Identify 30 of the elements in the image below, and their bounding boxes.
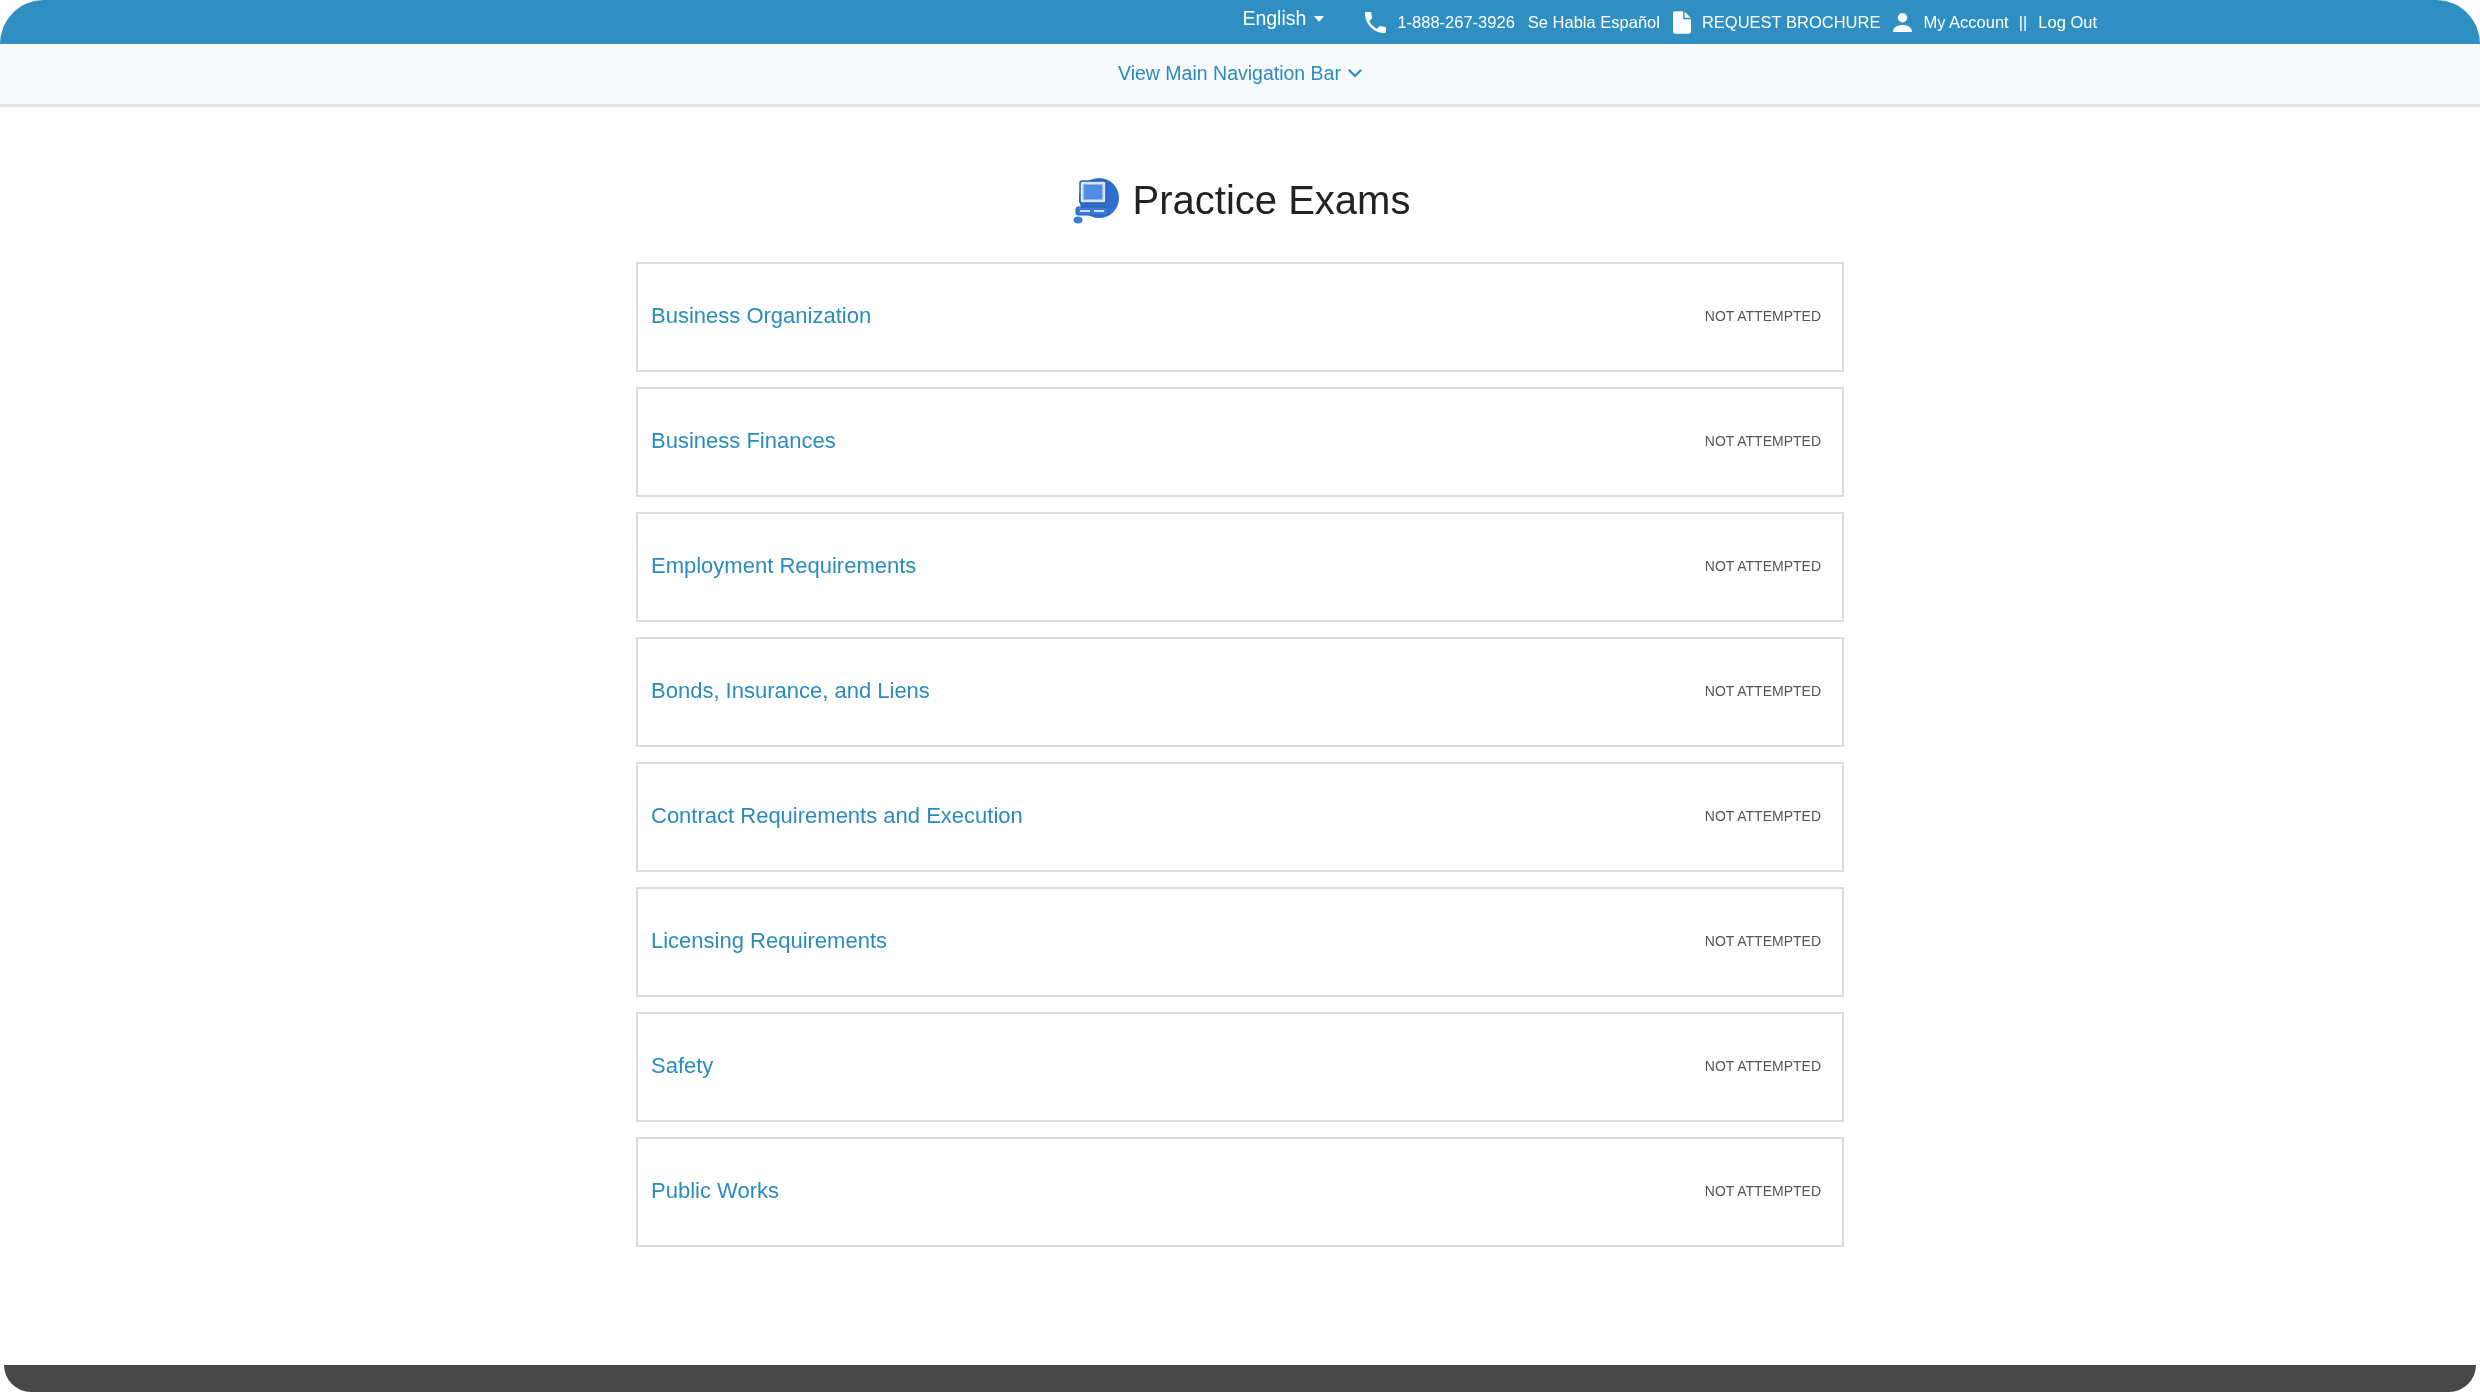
status-label: NOT ATTEMPTED (1704, 808, 1821, 824)
status-label: NOT ATTEMPTED (1704, 308, 1821, 324)
exam-link[interactable]: Licensing Requirements (651, 928, 888, 954)
status-label: NOT ATTEMPTED (1704, 683, 1821, 699)
exam-link[interactable]: Business Organization (651, 303, 872, 329)
exam-link[interactable]: Business Finances (651, 428, 836, 454)
phone-icon (1365, 11, 1387, 33)
account-link[interactable]: My Account (1893, 12, 2009, 32)
status-label: NOT ATTEMPTED (1704, 933, 1821, 949)
language-dropdown[interactable]: English (1242, 9, 1325, 29)
nav-toggle-button[interactable]: View Main Navigation Bar (1118, 61, 1362, 85)
exam-link[interactable]: Contract Requirements and Execution (651, 803, 1023, 829)
status-label: NOT ATTEMPTED (1704, 1183, 1821, 1199)
separator: || (2018, 13, 2028, 31)
document-icon (1672, 10, 1691, 34)
brochure-link[interactable]: REQUEST BROCHURE (1672, 10, 1881, 34)
exam-link[interactable]: Employment Requirements (651, 553, 917, 579)
exam-link[interactable]: Bonds, Insurance, and Liens (651, 678, 930, 704)
phone-link[interactable]: 1-888-267-3926 (1365, 11, 1515, 33)
exam-link[interactable]: Public Works (651, 1178, 779, 1204)
exam-link[interactable]: Safety (651, 1053, 714, 1079)
page-title: Practice Exams (1132, 180, 1411, 220)
status-label: NOT ATTEMPTED (1704, 558, 1821, 574)
status-label: NOT ATTEMPTED (1704, 433, 1821, 449)
logout-link[interactable]: Log Out (2038, 13, 2097, 31)
chevron-down-icon (1347, 68, 1362, 78)
caret-icon (1314, 16, 1325, 22)
user-icon (1893, 12, 1913, 32)
language-note: Se Habla Español (1527, 13, 1660, 31)
status-label: NOT ATTEMPTED (1704, 1058, 1821, 1074)
